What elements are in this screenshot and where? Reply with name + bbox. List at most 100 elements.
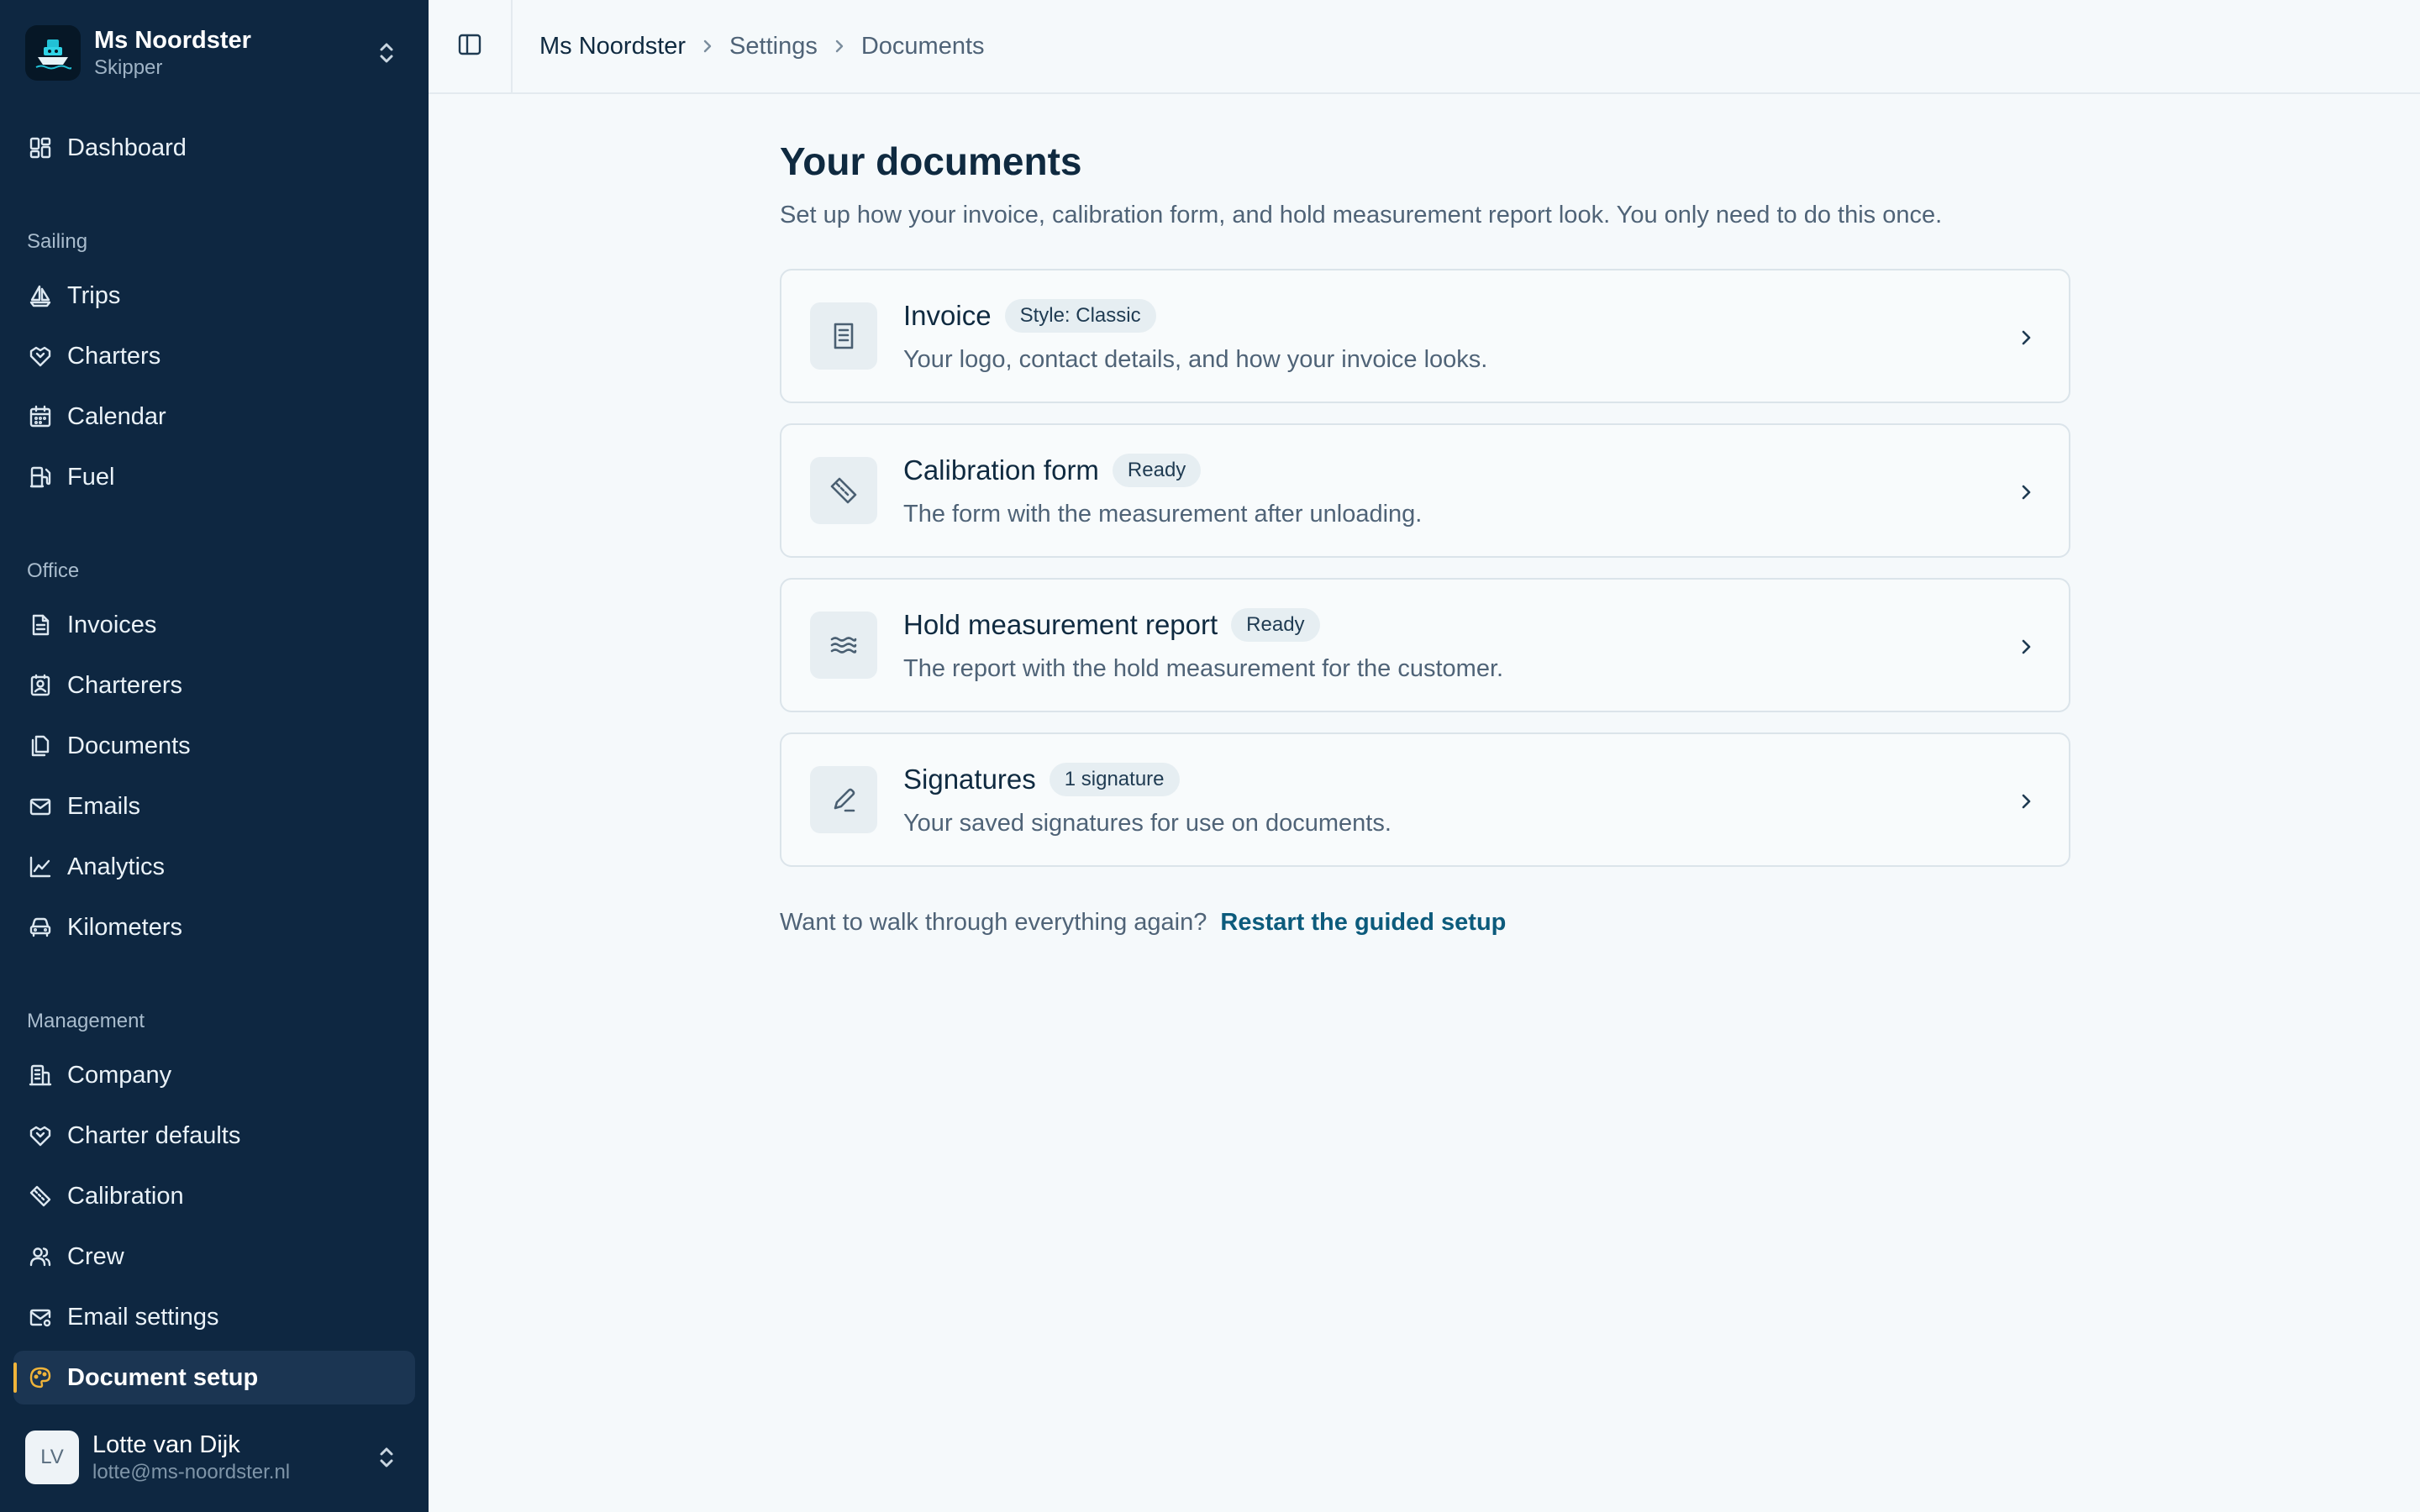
breadcrumb-item-settings[interactable]: Settings (729, 33, 818, 60)
sidebar-item-calendar[interactable]: Calendar (13, 390, 415, 444)
pen-icon (810, 766, 877, 833)
chevron-right-icon (701, 38, 714, 55)
sidebar-item-label: Dashboard (67, 134, 187, 161)
ruler-icon (810, 457, 877, 524)
contact-icon (27, 672, 54, 699)
user-menu[interactable]: LV Lotte van Dijk lotte@ms-noordster.nl (25, 1428, 403, 1487)
sidebar-item-emails[interactable]: Emails (13, 780, 415, 833)
chevron-right-icon (2010, 321, 2044, 354)
files-icon (27, 732, 54, 759)
status-badge: 1 signature (1049, 763, 1180, 796)
user-email: lotte@ms-noordster.nl (92, 1461, 291, 1483)
chevron-right-icon (2010, 475, 2044, 509)
sidebar-item-label: Kilometers (67, 913, 182, 941)
ruler-icon (27, 1183, 54, 1210)
sailboat-icon (27, 282, 54, 309)
file-text-icon (27, 612, 54, 638)
page-title: Your documents (780, 139, 1082, 183)
sidebar-item-dashboard[interactable]: Dashboard (13, 121, 415, 175)
chevron-right-icon (2010, 785, 2044, 818)
status-badge: Ready (1231, 608, 1320, 642)
sidebar-item-calibration[interactable]: Calibration (13, 1169, 415, 1223)
sidebar-item-label: Crew (67, 1242, 124, 1270)
card-description: Your saved signatures for use on documen… (903, 810, 1392, 837)
line-chart-icon (27, 853, 54, 880)
section-label-sailing: Sailing (27, 230, 88, 253)
users-icon (27, 1243, 54, 1270)
sidebar-item-company[interactable]: Company (13, 1048, 415, 1102)
sidebar-item-label: Charter defaults (67, 1121, 241, 1149)
chevrons-up-down-icon (370, 36, 403, 70)
sidebar-item-label: Analytics (67, 853, 166, 880)
topbar: Ms Noordster Settings Documents (429, 0, 2420, 94)
status-badge: Ready (1112, 454, 1202, 487)
document-card-calibration-form[interactable]: Calibration form Ready The form with the… (780, 423, 2070, 558)
sidebar-item-label: Charterers (67, 671, 182, 699)
sidebar-item-invoices[interactable]: Invoices (13, 598, 415, 652)
avatar: LV (25, 1431, 79, 1484)
card-title: Invoice (903, 300, 992, 331)
sidebar-item-kilometers[interactable]: Kilometers (13, 900, 415, 954)
breadcrumb-item-vessel[interactable]: Ms Noordster (539, 33, 686, 60)
chevron-right-icon (833, 38, 846, 55)
breadcrumb: Ms Noordster Settings Documents (539, 0, 985, 92)
sidebar-item-fuel[interactable]: Fuel (13, 450, 415, 504)
page-subtitle: Set up how your invoice, calibration for… (780, 202, 1943, 228)
mail-icon (27, 793, 54, 820)
sidebar-item-documents[interactable]: Documents (13, 719, 415, 773)
sidebar-item-label: Emails (67, 792, 141, 820)
user-name: Lotte van Dijk (92, 1431, 240, 1458)
ship-icon (25, 25, 81, 81)
restart-setup-link[interactable]: Restart the guided setup (1220, 909, 1506, 936)
receipt-icon (810, 302, 877, 370)
sidebar-item-trips[interactable]: Trips (13, 269, 415, 323)
sidebar-item-label: Calibration (67, 1182, 184, 1210)
section-label-office: Office (27, 559, 80, 582)
waves-icon (810, 612, 877, 679)
status-badge: Style: Classic (1004, 299, 1156, 333)
sidebar-toggle-button[interactable] (429, 0, 513, 92)
vessel-name: Ms Noordster (94, 27, 251, 54)
card-description: The report with the hold measurement for… (903, 655, 1504, 682)
panel-left-icon (456, 31, 483, 62)
sidebar-item-label: Documents (67, 732, 191, 759)
car-icon (27, 914, 54, 941)
sidebar-item-analytics[interactable]: Analytics (13, 840, 415, 894)
card-title: Hold measurement report (903, 609, 1218, 640)
sidebar-item-email-settings[interactable]: Email settings (13, 1290, 415, 1344)
document-card-invoice[interactable]: Invoice Style: Classic Your logo, contac… (780, 269, 2070, 403)
chevrons-up-down-icon (370, 1441, 403, 1474)
sidebar-item-label: Email settings (67, 1303, 219, 1331)
sidebar-item-label: Company (67, 1061, 172, 1089)
breadcrumb-item-documents: Documents (860, 32, 985, 60)
sidebar-item-charter-defaults[interactable]: Charter defaults (13, 1109, 415, 1163)
sidebar-item-charters[interactable]: Charters (13, 329, 415, 383)
section-label-management: Management (27, 1010, 145, 1032)
sidebar-item-label: Fuel (67, 463, 115, 491)
sidebar: Ms Noordster Skipper Dashboard Sailing T… (0, 0, 429, 1512)
calendar-icon (27, 403, 54, 430)
handshake-icon (27, 1122, 54, 1149)
sidebar-item-label: Charters (67, 342, 161, 370)
document-card-signatures[interactable]: Signatures 1 signature Your saved signat… (780, 732, 2070, 867)
document-card-hold-measurement-report[interactable]: Hold measurement report Ready The report… (780, 578, 2070, 712)
sidebar-item-label: Calendar (67, 402, 166, 430)
sidebar-item-label: Trips (67, 281, 121, 309)
building-icon (27, 1062, 54, 1089)
palette-icon (27, 1364, 54, 1391)
handshake-icon (27, 343, 54, 370)
vessel-switcher[interactable]: Ms Noordster Skipper (25, 25, 403, 81)
sidebar-item-charterers[interactable]: Charterers (13, 659, 415, 712)
card-title: Calibration form (903, 454, 1099, 486)
mail-settings-icon (27, 1304, 54, 1331)
fuel-icon (27, 464, 54, 491)
main-content: Your documents Set up how your invoice, … (780, 134, 2070, 936)
sidebar-item-crew[interactable]: Crew (13, 1230, 415, 1284)
card-description: Your logo, contact details, and how your… (903, 346, 1488, 373)
sidebar-item-document-setup[interactable]: Document setup (13, 1351, 415, 1404)
sidebar-item-label: Document setup (67, 1363, 259, 1391)
restart-question: Want to walk through everything again? (780, 909, 1207, 936)
card-description: The form with the measurement after unlo… (903, 501, 1423, 528)
vessel-role: Skipper (94, 56, 163, 79)
sidebar-item-label: Invoices (67, 611, 157, 638)
